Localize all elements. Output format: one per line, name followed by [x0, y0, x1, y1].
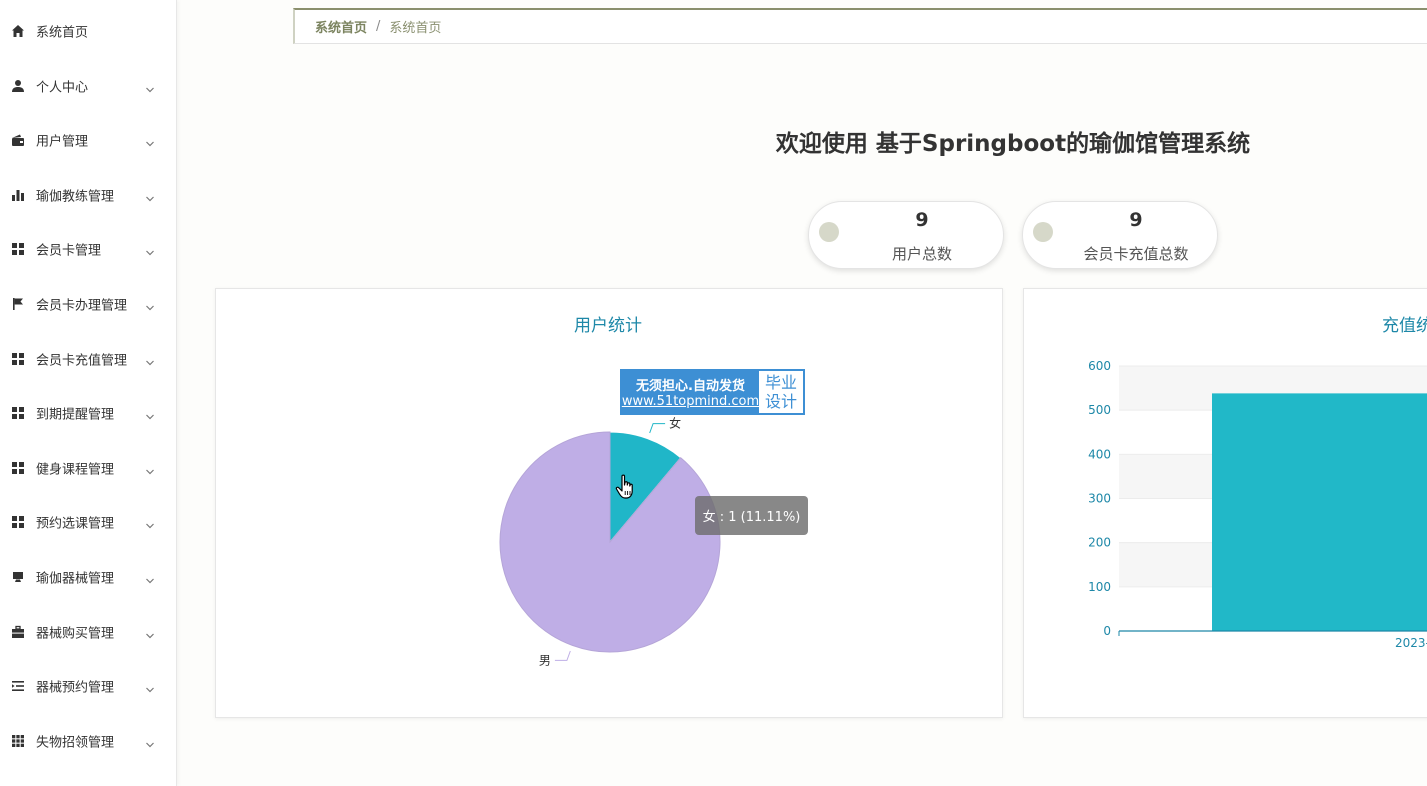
pie-leader-line [649, 423, 666, 434]
sidebar-item-5[interactable]: 会员卡办理管理 [0, 277, 176, 331]
bar-chart-icon [11, 188, 25, 202]
sidebar-item-label: 会员卡办理管理 [36, 298, 128, 314]
sidebar-item-11[interactable]: 器械购买管理 [0, 605, 176, 659]
stat-value: 9 [915, 209, 929, 231]
chevron-down-icon [145, 571, 155, 584]
grid-icon [11, 352, 25, 366]
stat-card-recharge: 9 会员卡充值总数 [1022, 201, 1218, 269]
list-indent-icon [11, 679, 25, 693]
apps-grid-icon [11, 734, 25, 748]
watermark-side2: 设计 [764, 392, 797, 411]
sidebar-item-label: 器械预约管理 [36, 680, 115, 696]
y-tick-label: 400 [1088, 447, 1111, 461]
sidebar-item-8[interactable]: 健身课程管理 [0, 441, 176, 495]
sidebar-item-2[interactable]: 用户管理 [0, 113, 176, 167]
chevron-down-icon [145, 626, 155, 638]
hand-cursor-icon [615, 474, 633, 499]
watermark-side1: 毕业 [764, 373, 797, 392]
sidebar-item-label: 系统首页 [36, 25, 89, 41]
chevron-down-icon [145, 353, 155, 365]
breadcrumb: 系统首页 / 系统首页 [293, 8, 1427, 44]
stat-label: 用户总数 [891, 245, 952, 263]
briefcase-icon [11, 625, 25, 639]
sidebar-item-6[interactable]: 会员卡充值管理 [0, 332, 176, 386]
stat-card-users: 9 用户总数 [808, 201, 1004, 269]
person-icon [11, 79, 25, 93]
grid-icon [11, 406, 25, 420]
chart-tooltip: 女 : 1 (11.11%) [695, 496, 808, 535]
user-stats-panel: 用户统计 女男 [215, 288, 1003, 718]
sidebar-item-label: 个人中心 [36, 80, 89, 96]
watermark-right: 毕业 设计 [759, 371, 803, 413]
sidebar-item-1[interactable]: 个人中心 [0, 59, 176, 113]
pie-slice-男[interactable] [499, 431, 721, 653]
y-tick-label: 0 [1103, 624, 1111, 638]
sidebar-item-label: 会员卡管理 [36, 243, 102, 259]
breadcrumb-current: 系统首页 [389, 21, 442, 36]
user-pie-chart: 女男 [499, 416, 721, 667]
flag-icon [11, 297, 25, 311]
sidebar-item-label: 瑜伽教练管理 [36, 189, 115, 205]
monitor-icon [11, 570, 25, 584]
x-tick-label: 2023- [1395, 636, 1427, 650]
sidebar-item-7[interactable]: 到期提醒管理 [0, 386, 176, 440]
y-tick-label: 300 [1088, 492, 1111, 506]
pie-label: 女 [669, 416, 681, 431]
watermark-banner[interactable]: 无须担心.自动发货 www.51topmind.com 毕业 设计 [620, 369, 805, 415]
grid-icon [11, 242, 25, 256]
wallet-icon [11, 133, 25, 147]
chevron-down-icon [145, 462, 155, 475]
sidebar-item-label: 到期提醒管理 [36, 407, 115, 423]
sidebar-item-label: 健身课程管理 [36, 462, 115, 478]
sidebar-item-12[interactable]: 器械预约管理 [0, 659, 176, 713]
sidebar-item-13[interactable]: 失物招领管理 [0, 714, 176, 768]
chevron-down-icon [145, 134, 155, 147]
grid-icon [11, 515, 25, 529]
sidebar-item-label: 瑜伽器械管理 [36, 571, 115, 587]
sidebar-item-4[interactable]: 会员卡管理 [0, 222, 176, 276]
y-tick-label: 100 [1088, 580, 1111, 594]
watermark-line1: 无须担心.自动发货 [636, 379, 745, 394]
chevron-down-icon [145, 189, 155, 202]
chevron-down-icon [145, 735, 155, 748]
chevron-down-icon [145, 80, 155, 92]
pie-leader-line [554, 650, 571, 661]
recharge-bar-chart: 0 100 200 300 400 500 600 2023- [1088, 359, 1427, 650]
watermark-left: 无须担心.自动发货 www.51topmind.com [622, 371, 759, 413]
stat-dot-icon [819, 222, 839, 242]
bar-0[interactable] [1212, 393, 1427, 631]
chevron-down-icon [145, 516, 155, 529]
watermark-link[interactable]: www.51topmind.com [622, 394, 759, 409]
home-icon [11, 24, 25, 38]
sidebar-item-0[interactable]: 系统首页 [0, 4, 176, 58]
chevron-down-icon [145, 243, 155, 256]
chevron-down-icon [145, 298, 155, 311]
stat-dot-icon [1033, 222, 1053, 242]
sidebar-item-label: 预约选课管理 [36, 516, 115, 532]
stat-value: 9 [1129, 209, 1143, 231]
sidebar-item-3[interactable]: 瑜伽教练管理 [0, 168, 176, 222]
sidebar-item-9[interactable]: 预约选课管理 [0, 495, 176, 549]
y-tick-label: 500 [1088, 403, 1111, 417]
sidebar-item-label: 器械购买管理 [36, 626, 115, 642]
recharge-stats-panel: 充值统 01002003004005006002023- [1023, 288, 1427, 718]
pie-label: 男 [539, 653, 551, 667]
stat-label: 会员卡充值总数 [1083, 245, 1189, 263]
y-tick-label: 600 [1088, 359, 1111, 373]
chevron-down-icon [145, 680, 155, 693]
chevron-down-icon [145, 407, 155, 420]
page-title: 欢迎使用 基于Springboot的瑜伽馆管理系统 [775, 131, 1251, 157]
sidebar-item-label: 用户管理 [36, 134, 89, 150]
y-tick-label: 200 [1088, 536, 1111, 550]
sidebar-item-label: 会员卡充值管理 [36, 353, 128, 369]
breadcrumb-home-link[interactable]: 系统首页 [315, 17, 367, 36]
sidebar-item-label: 失物招领管理 [36, 735, 115, 751]
sidebar: 系统首页个人中心用户管理瑜伽教练管理 会员卡管理会员卡办理管理 会员卡充值管理 到期提… [0, 0, 177, 786]
sidebar-item-10[interactable]: 瑜伽器械管理 [0, 550, 176, 604]
breadcrumb-separator: / [376, 19, 381, 34]
grid-icon [11, 461, 25, 475]
